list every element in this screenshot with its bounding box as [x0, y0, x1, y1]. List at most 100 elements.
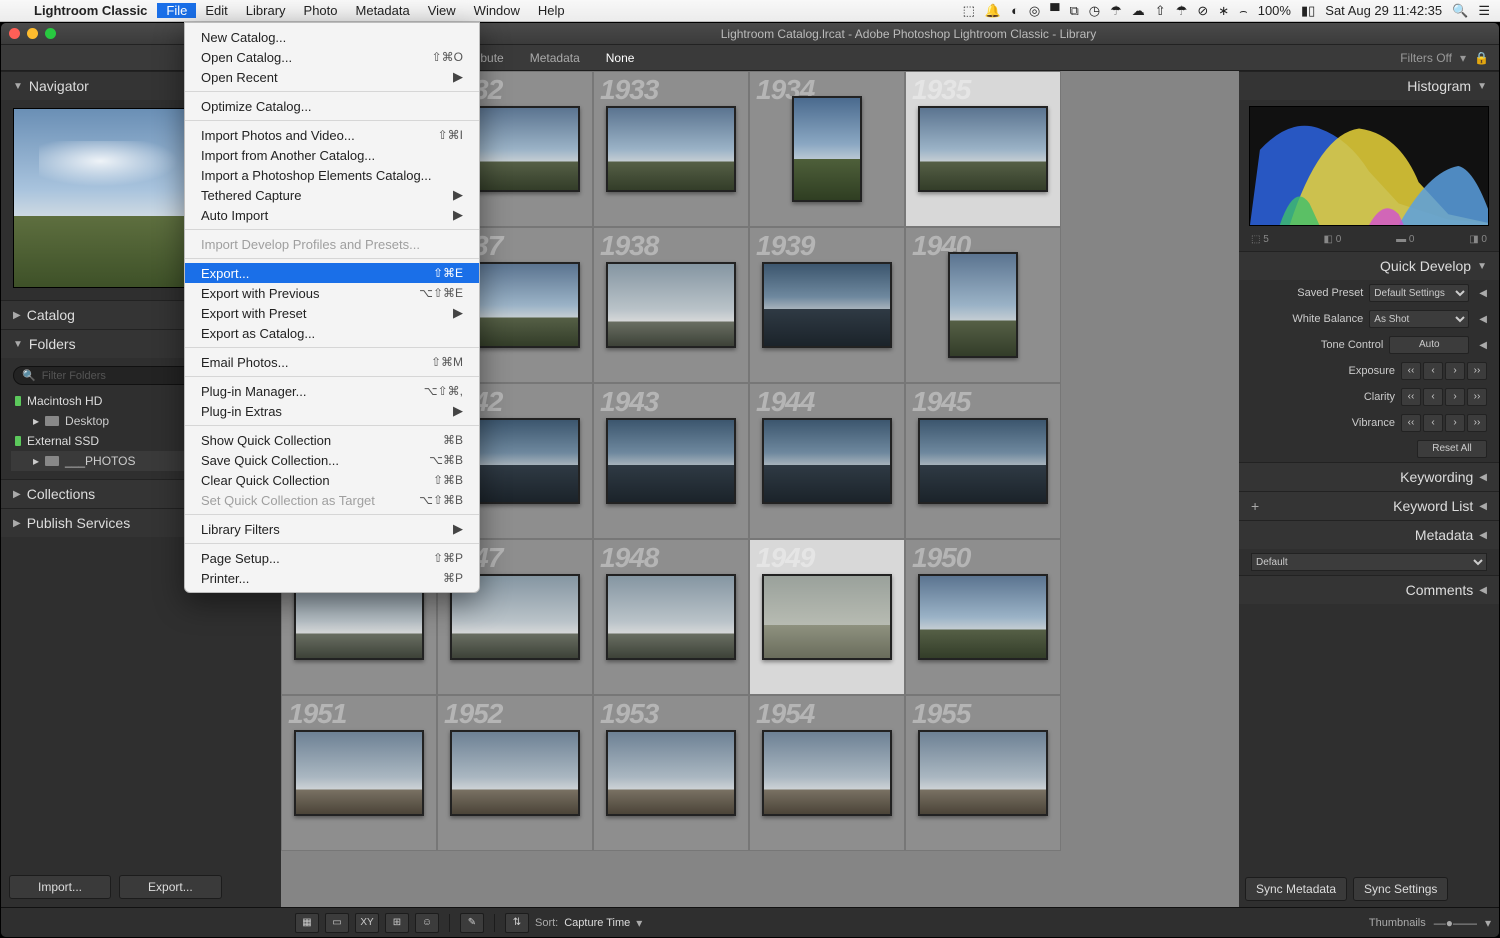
grid-cell[interactable]: 1943: [593, 383, 749, 539]
grid-cell[interactable]: 1953: [593, 695, 749, 851]
cc-icon[interactable]: ◎: [1029, 3, 1040, 19]
vibrance-minus1[interactable]: ‹: [1423, 414, 1443, 432]
survey-view-button[interactable]: ⊞: [385, 913, 409, 933]
filters-off-toggle[interactable]: Filters Off: [1400, 51, 1452, 65]
auto-tone-button[interactable]: Auto: [1389, 336, 1469, 354]
thumbnail[interactable]: [606, 730, 736, 816]
loupe-view-button[interactable]: ▭: [325, 913, 349, 933]
metadata-preset-select[interactable]: Default: [1251, 553, 1487, 571]
menu-metadata[interactable]: Metadata: [347, 3, 419, 18]
menu-item-clear-quick-collection[interactable]: Clear Quick Collection⇧⌘B: [185, 470, 479, 490]
thumbnail[interactable]: [606, 574, 736, 660]
menu-item-export-with-preset[interactable]: Export with Preset▶: [185, 303, 479, 323]
sort-field[interactable]: Capture Time: [564, 917, 630, 929]
disclosure-icon[interactable]: ◀: [1475, 288, 1487, 299]
keyword-list-header[interactable]: +Keyword List◀: [1239, 491, 1499, 520]
leaf-icon[interactable]: ⊘: [1197, 3, 1208, 19]
exposure-minus1[interactable]: ‹: [1423, 362, 1443, 380]
menu-item-email-photos[interactable]: Email Photos...⇧⌘M: [185, 352, 479, 372]
metadata-header[interactable]: Metadata◀: [1239, 520, 1499, 549]
menu-item-auto-import[interactable]: Auto Import▶: [185, 205, 479, 225]
import-button[interactable]: Import...: [9, 875, 111, 899]
control-center-icon[interactable]: ☰: [1478, 3, 1490, 19]
wifi-icon[interactable]: ⌢: [1239, 3, 1248, 19]
disclosure-icon[interactable]: ◀: [1475, 314, 1487, 325]
vibrance-plus2[interactable]: ››: [1467, 414, 1487, 432]
disclosure-icon[interactable]: ◀: [1475, 340, 1487, 351]
menu-view[interactable]: View: [419, 3, 465, 18]
thumbnail[interactable]: [762, 418, 892, 504]
thumbnail[interactable]: [918, 730, 1048, 816]
menu-item-export-with-previous[interactable]: Export with Previous⌥⇧⌘E: [185, 283, 479, 303]
quick-develop-header[interactable]: Quick Develop▼: [1239, 251, 1499, 280]
toolbar-chevron-icon[interactable]: ▾: [1485, 916, 1491, 930]
grid-cell[interactable]: 1951: [281, 695, 437, 851]
reset-all-button[interactable]: Reset All: [1417, 440, 1487, 458]
menu-item-export[interactable]: Export...⇧⌘E: [185, 263, 479, 283]
histogram[interactable]: [1249, 106, 1489, 226]
menubar-clock[interactable]: Sat Aug 29 11:42:35: [1325, 3, 1442, 18]
sync-metadata-button[interactable]: Sync Metadata: [1245, 877, 1347, 901]
menu-item-import-a-photoshop-elements-catalog[interactable]: Import a Photoshop Elements Catalog...: [185, 165, 479, 185]
saved-preset-select[interactable]: Default Settings: [1369, 284, 1469, 302]
exposure-plus1[interactable]: ›: [1445, 362, 1465, 380]
grid-cell[interactable]: 1939: [749, 227, 905, 383]
vibrance-minus2[interactable]: ‹‹: [1401, 414, 1421, 432]
menu-item-open-catalog[interactable]: Open Catalog...⇧⌘O: [185, 47, 479, 67]
menu-item-export-as-catalog[interactable]: Export as Catalog...: [185, 323, 479, 343]
people-view-button[interactable]: ☺: [415, 913, 439, 933]
umbrella2-icon[interactable]: ☂: [1176, 3, 1188, 19]
upload-icon[interactable]: ⇧: [1155, 3, 1166, 19]
minimize-window-button[interactable]: [27, 28, 38, 39]
grid-cell[interactable]: 1938: [593, 227, 749, 383]
menu-window[interactable]: Window: [465, 3, 529, 18]
compare-view-button[interactable]: XY: [355, 913, 379, 933]
painter-button[interactable]: ✎: [460, 913, 484, 933]
thumbnail[interactable]: [450, 730, 580, 816]
grid-cell[interactable]: 1949: [749, 539, 905, 695]
close-window-button[interactable]: [9, 28, 20, 39]
filter-metadata[interactable]: Metadata: [524, 51, 586, 65]
comments-header[interactable]: Comments◀: [1239, 575, 1499, 604]
zoom-window-button[interactable]: [45, 28, 56, 39]
white-balance-select[interactable]: As Shot: [1369, 310, 1469, 328]
filter-preset-chevron-icon[interactable]: ▾: [1460, 51, 1466, 65]
spotlight-icon[interactable]: 🔍: [1452, 3, 1468, 19]
grid-cell[interactable]: 1944: [749, 383, 905, 539]
histogram-header[interactable]: Histogram▼: [1239, 71, 1499, 100]
thumbnail[interactable]: [294, 730, 424, 816]
thumbnail[interactable]: [918, 418, 1048, 504]
menu-item-import-photos-and-video[interactable]: Import Photos and Video...⇧⌘I: [185, 125, 479, 145]
grid-view-button[interactable]: ▦: [295, 913, 319, 933]
grid-cell[interactable]: 1935: [905, 71, 1061, 227]
exposure-minus2[interactable]: ‹‹: [1401, 362, 1421, 380]
sort-direction-button[interactable]: ⇅: [505, 913, 529, 933]
menu-item-show-quick-collection[interactable]: Show Quick Collection⌘B: [185, 430, 479, 450]
app-name[interactable]: Lightroom Classic: [24, 3, 157, 18]
thumbnail-size-slider[interactable]: —●——: [1434, 916, 1477, 930]
grid-cell[interactable]: 1955: [905, 695, 1061, 851]
thumbnail[interactable]: [762, 574, 892, 660]
menu-item-open-recent[interactable]: Open Recent▶: [185, 67, 479, 87]
thumbnail[interactable]: [762, 262, 892, 348]
add-keyword-icon[interactable]: +: [1251, 498, 1259, 514]
sync-settings-button[interactable]: Sync Settings: [1353, 877, 1448, 901]
filter-none[interactable]: None: [600, 51, 641, 65]
grid-cell[interactable]: 1952: [437, 695, 593, 851]
menu-item-save-quick-collection[interactable]: Save Quick Collection...⌥⌘B: [185, 450, 479, 470]
clarity-plus2[interactable]: ››: [1467, 388, 1487, 406]
sort-chevron-icon[interactable]: ▾: [636, 916, 642, 930]
exposure-plus2[interactable]: ››: [1467, 362, 1487, 380]
bell-icon[interactable]: 🔔: [985, 3, 1001, 19]
thumbnail[interactable]: [762, 730, 892, 816]
menu-item-plug-in-manager[interactable]: Plug-in Manager...⌥⇧⌘,: [185, 381, 479, 401]
menu-item-import-from-another-catalog[interactable]: Import from Another Catalog...: [185, 145, 479, 165]
menu-item-tethered-capture[interactable]: Tethered Capture▶: [185, 185, 479, 205]
menu-help[interactable]: Help: [529, 3, 574, 18]
umbrella-icon[interactable]: ☂: [1110, 3, 1122, 19]
clarity-minus2[interactable]: ‹‹: [1401, 388, 1421, 406]
keywording-header[interactable]: Keywording◀: [1239, 462, 1499, 491]
cloud-icon[interactable]: ☁: [1132, 3, 1145, 19]
thumbnail[interactable]: [792, 96, 862, 202]
grid-cell[interactable]: 1950: [905, 539, 1061, 695]
